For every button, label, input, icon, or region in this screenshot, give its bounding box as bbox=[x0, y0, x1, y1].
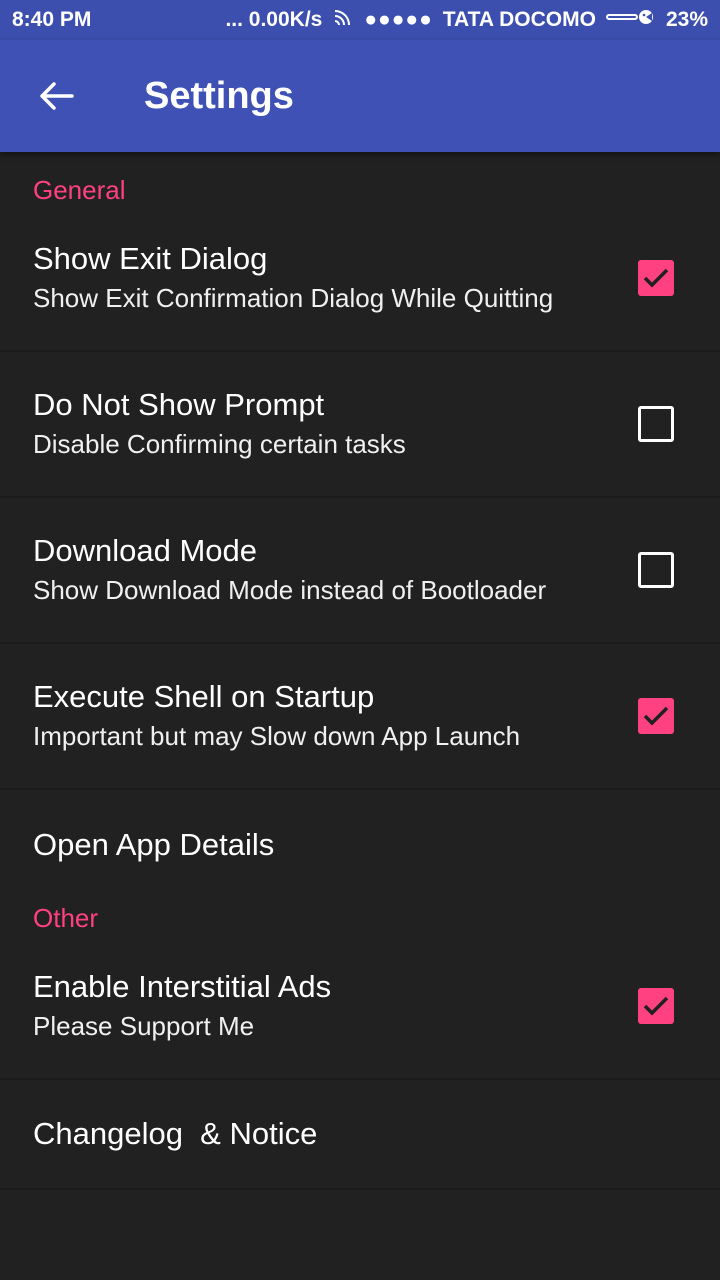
check-icon bbox=[643, 996, 669, 1016]
back-button[interactable] bbox=[26, 66, 86, 126]
setting-title: Do Not Show Prompt bbox=[33, 387, 325, 422]
check-icon bbox=[643, 706, 669, 726]
carrier-name: TATA DOCOMO bbox=[442, 8, 596, 31]
battery-level: 23% bbox=[665, 8, 708, 31]
net-speed: ... 0.00K/s bbox=[225, 8, 323, 31]
interstitial-ads-checkbox[interactable] bbox=[638, 988, 674, 1024]
status-time: 8:40 PM bbox=[12, 8, 92, 31]
setting-summary: Show Exit Confirmation Dialog While Quit… bbox=[33, 283, 554, 313]
download-mode-checkbox[interactable] bbox=[638, 552, 674, 588]
battery-icon bbox=[605, 7, 656, 33]
arrow-left-icon bbox=[40, 82, 74, 110]
setting-title: Enable Interstitial Ads bbox=[33, 969, 332, 1004]
status-bar: 8:40 PM ... 0.00K/s ●●●●● TATA DOCOMO 23… bbox=[0, 0, 720, 40]
do-not-show-prompt-checkbox[interactable] bbox=[638, 406, 674, 442]
wifi-signal-icon bbox=[332, 6, 354, 34]
show-exit-dialog-checkbox[interactable] bbox=[638, 260, 674, 296]
section-header-other: Other bbox=[33, 903, 99, 933]
setting-changelog[interactable]: Changelog & Notice bbox=[0, 1080, 720, 1190]
setting-show-exit-dialog[interactable]: Show Exit Dialog Show Exit Confirmation … bbox=[0, 206, 720, 352]
setting-summary: Show Download Mode instead of Bootloader bbox=[33, 575, 547, 605]
settings-list: General Show Exit Dialog Show Exit Confi… bbox=[0, 152, 720, 1190]
setting-title: Download Mode bbox=[33, 533, 258, 568]
setting-do-not-show-prompt[interactable]: Do Not Show Prompt Disable Confirming ce… bbox=[0, 352, 720, 498]
setting-summary: Important but may Slow down App Launch bbox=[33, 721, 521, 751]
app-bar: Settings bbox=[0, 40, 720, 152]
setting-download-mode[interactable]: Download Mode Show Download Mode instead… bbox=[0, 498, 720, 644]
setting-title: Open App Details bbox=[33, 827, 275, 862]
setting-summary: Disable Confirming certain tasks bbox=[33, 429, 406, 459]
signal-strength-icon: ●●●●● bbox=[364, 8, 433, 31]
execute-shell-checkbox[interactable] bbox=[638, 698, 674, 734]
setting-title: Changelog & Notice bbox=[33, 1116, 318, 1151]
page-title: Settings bbox=[144, 74, 294, 117]
check-icon bbox=[643, 268, 669, 288]
setting-execute-shell[interactable]: Execute Shell on Startup Important but m… bbox=[0, 644, 720, 790]
setting-summary: Please Support Me bbox=[33, 1011, 255, 1041]
setting-title: Show Exit Dialog bbox=[33, 241, 268, 276]
setting-interstitial-ads[interactable]: Enable Interstitial Ads Please Support M… bbox=[0, 934, 720, 1080]
section-header-general: General bbox=[33, 175, 126, 205]
setting-title: Execute Shell on Startup bbox=[33, 679, 375, 714]
setting-open-app-details[interactable]: Open App Details bbox=[0, 790, 720, 900]
